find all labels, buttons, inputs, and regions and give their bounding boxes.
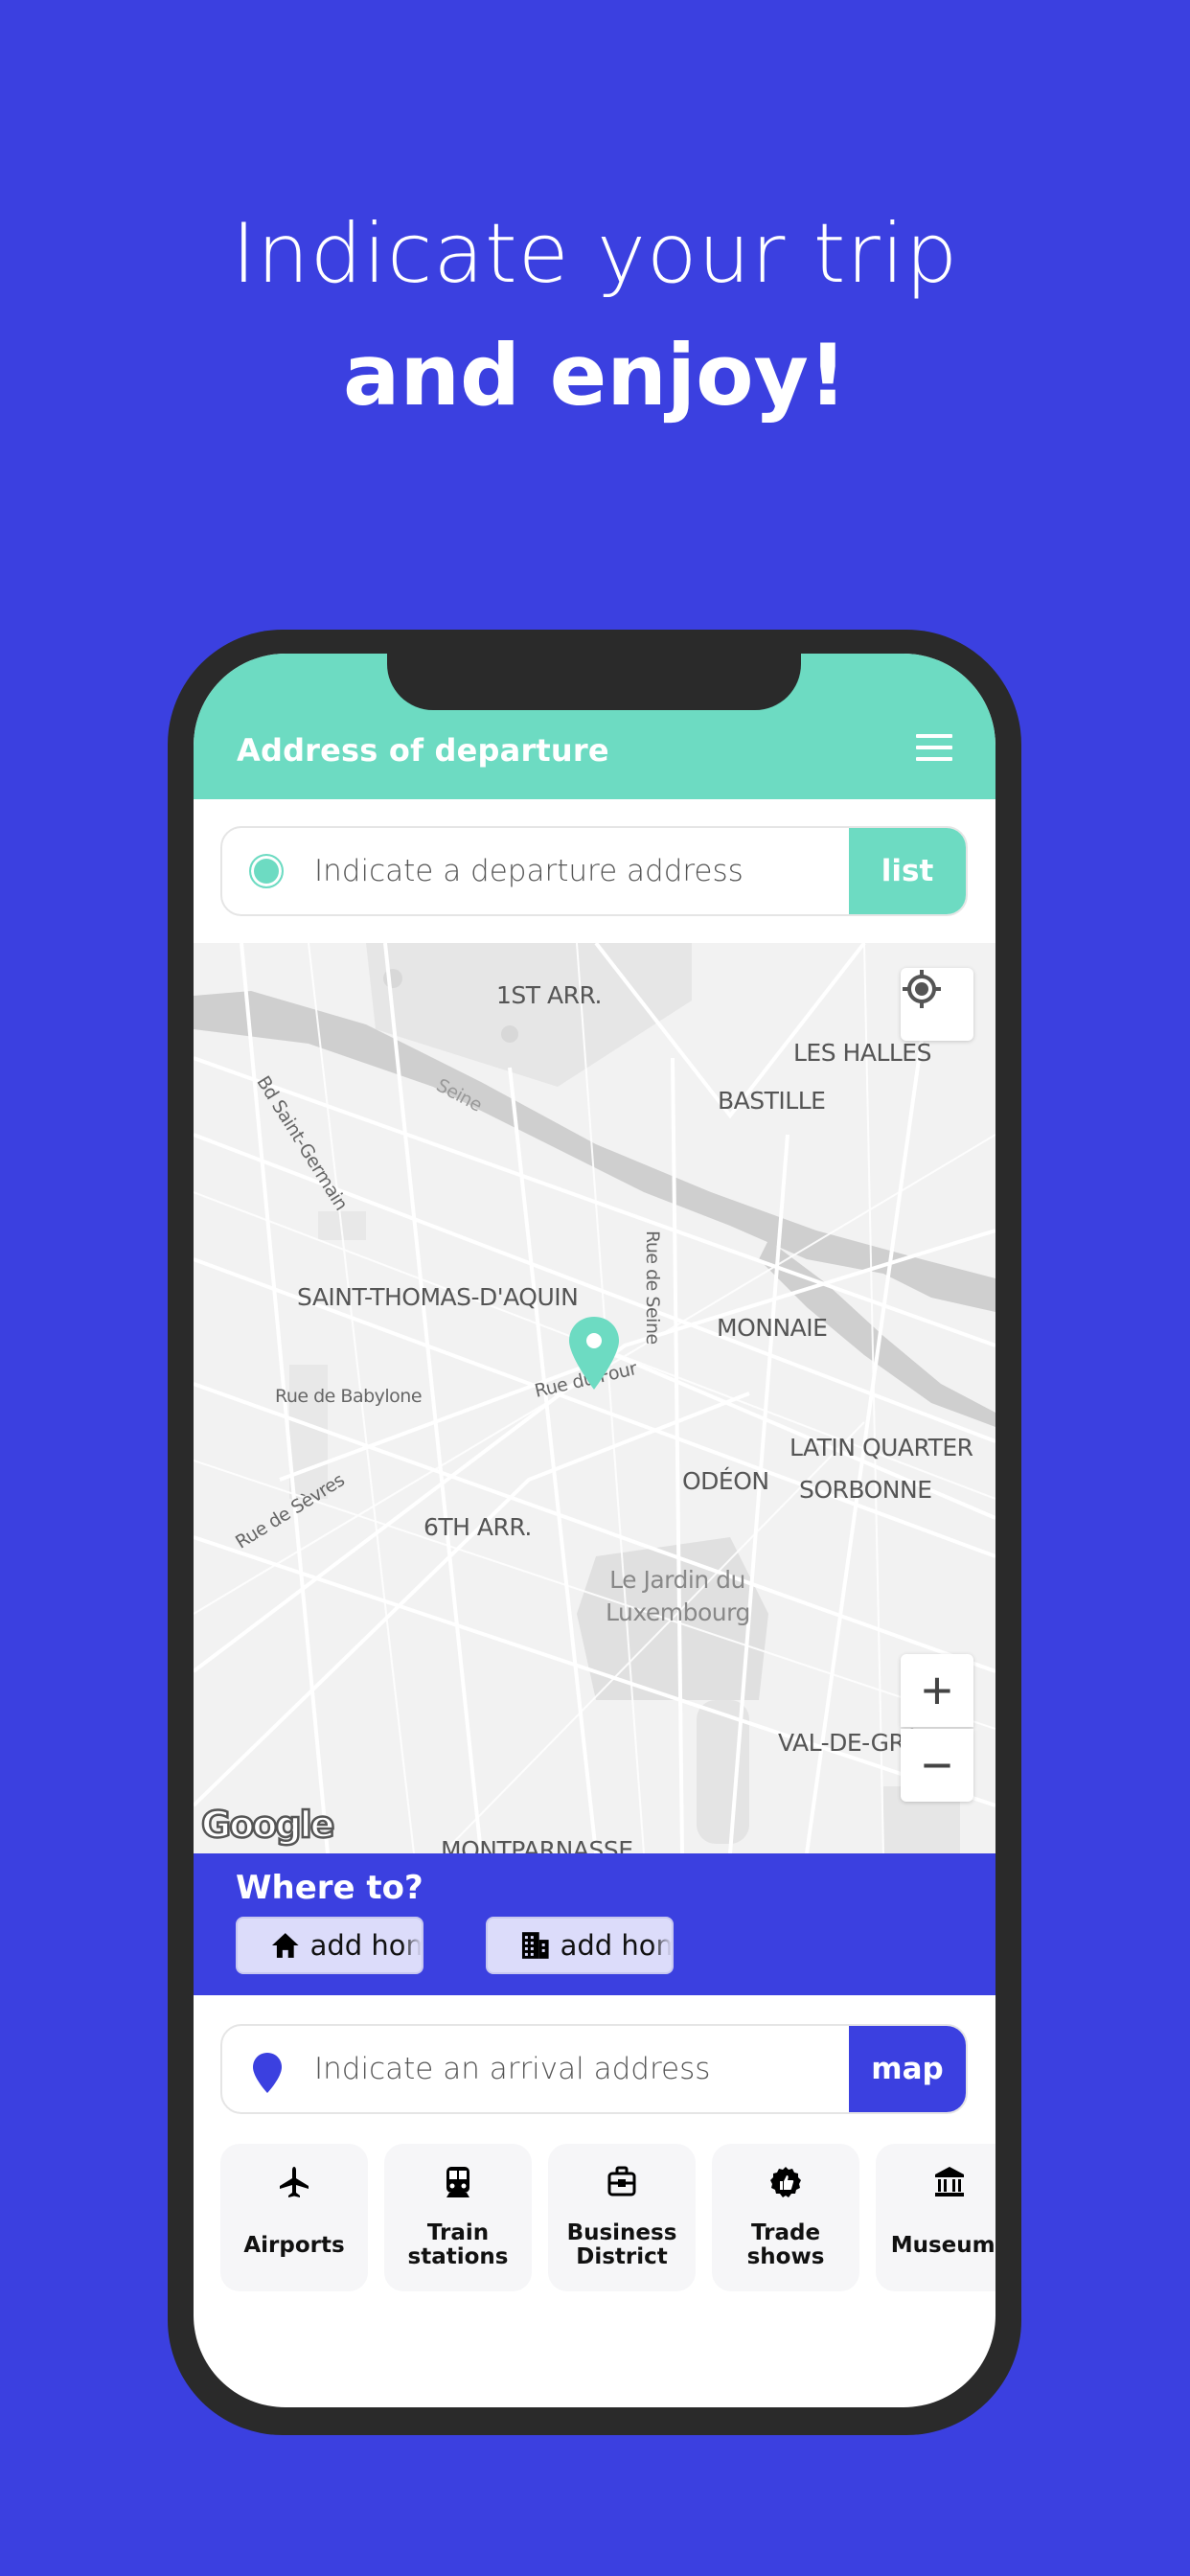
map-label: LATIN QUARTER	[790, 1434, 973, 1461]
category-train-stations[interactable]: Train stations	[384, 2144, 532, 2291]
hamburger-menu-icon[interactable]	[916, 734, 952, 761]
thumbs-up-badge-icon	[770, 2167, 801, 2197]
category-label: Museums	[890, 2232, 995, 2258]
chip-label: add home	[309, 1929, 422, 1962]
category-trade-shows[interactable]: Trade shows	[712, 2144, 859, 2291]
museum-icon	[935, 2167, 964, 2196]
map-label: LES HALLES	[793, 1039, 931, 1067]
map-label: Rue de Seine	[642, 1230, 663, 1345]
departure-dot-icon	[249, 854, 284, 888]
category-label: Business District	[566, 2220, 677, 2269]
airplane-icon	[280, 2167, 309, 2197]
map-button[interactable]: map	[849, 2026, 966, 2112]
phone-notch	[387, 632, 801, 710]
briefcase-icon	[607, 2166, 636, 2196]
category-list: Airports Train stations Business Distric…	[220, 2144, 995, 2293]
map-label: Rue de Babylone	[275, 1386, 423, 1407]
list-button[interactable]: list	[849, 828, 966, 914]
add-work-chip[interactable]: add home	[486, 1917, 674, 1974]
building-icon	[521, 1932, 549, 1959]
map-label: 6TH ARR.	[423, 1513, 532, 1541]
map-label: 1ST ARR.	[496, 981, 602, 1009]
minus-icon: −	[921, 1735, 953, 1795]
departure-address-field[interactable]: Indicate a departure address list	[220, 826, 968, 916]
map-label: SORBONNE	[799, 1476, 932, 1504]
category-label: Airports	[243, 2232, 345, 2258]
plus-icon: +	[921, 1660, 953, 1720]
train-icon	[446, 2167, 469, 2197]
category-label: Trade shows	[746, 2220, 825, 2269]
map-pin-icon	[253, 2053, 282, 2093]
my-location-icon	[903, 970, 941, 1008]
where-to-title: Where to?	[236, 1869, 423, 1907]
headline-line-1: Indicate your trip	[231, 206, 959, 302]
map-pin-marker[interactable]	[567, 1315, 621, 1392]
map-label: SAINT-THOMAS-D'AQUIN	[297, 1283, 579, 1311]
zoom-out-button[interactable]: −	[901, 1729, 973, 1802]
map-label: MONTPARNASSE	[441, 1836, 633, 1853]
map-label: BASTILLE	[718, 1087, 826, 1115]
map-view[interactable]: 1ST ARR. LES HALLES BASTILLE Seine Bd Sa…	[194, 943, 995, 1853]
zoom-in-button[interactable]: +	[901, 1654, 973, 1727]
header-title: Address of departure	[237, 732, 609, 769]
map-label: ODÉON	[682, 1467, 769, 1495]
category-museums[interactable]: Museums	[876, 2144, 995, 2291]
headline-line-2: and enjoy!	[342, 326, 848, 425]
arrival-address-field[interactable]: Indicate an arrival address map	[220, 2024, 968, 2114]
phone-screen: Address of departure Indicate a departur…	[194, 654, 995, 2407]
map-label: MONNAIE	[717, 1314, 828, 1342]
category-airports[interactable]: Airports	[220, 2144, 368, 2291]
category-label: Train stations	[407, 2220, 509, 2269]
home-icon	[271, 1933, 299, 1958]
chip-label: add home	[560, 1929, 672, 1962]
departure-address-placeholder[interactable]: Indicate a departure address	[314, 854, 744, 888]
add-home-chip[interactable]: add home	[236, 1917, 423, 1974]
map-label-park: Le Jardin du Luxembourg	[606, 1566, 750, 1626]
where-to-section: Where to? add home add home	[194, 1853, 995, 1995]
category-business-district[interactable]: Business District	[548, 2144, 696, 2291]
my-location-button[interactable]	[901, 968, 973, 1041]
arrival-address-placeholder[interactable]: Indicate an arrival address	[314, 2052, 710, 2086]
google-attribution[interactable]: Google	[200, 1803, 336, 1848]
